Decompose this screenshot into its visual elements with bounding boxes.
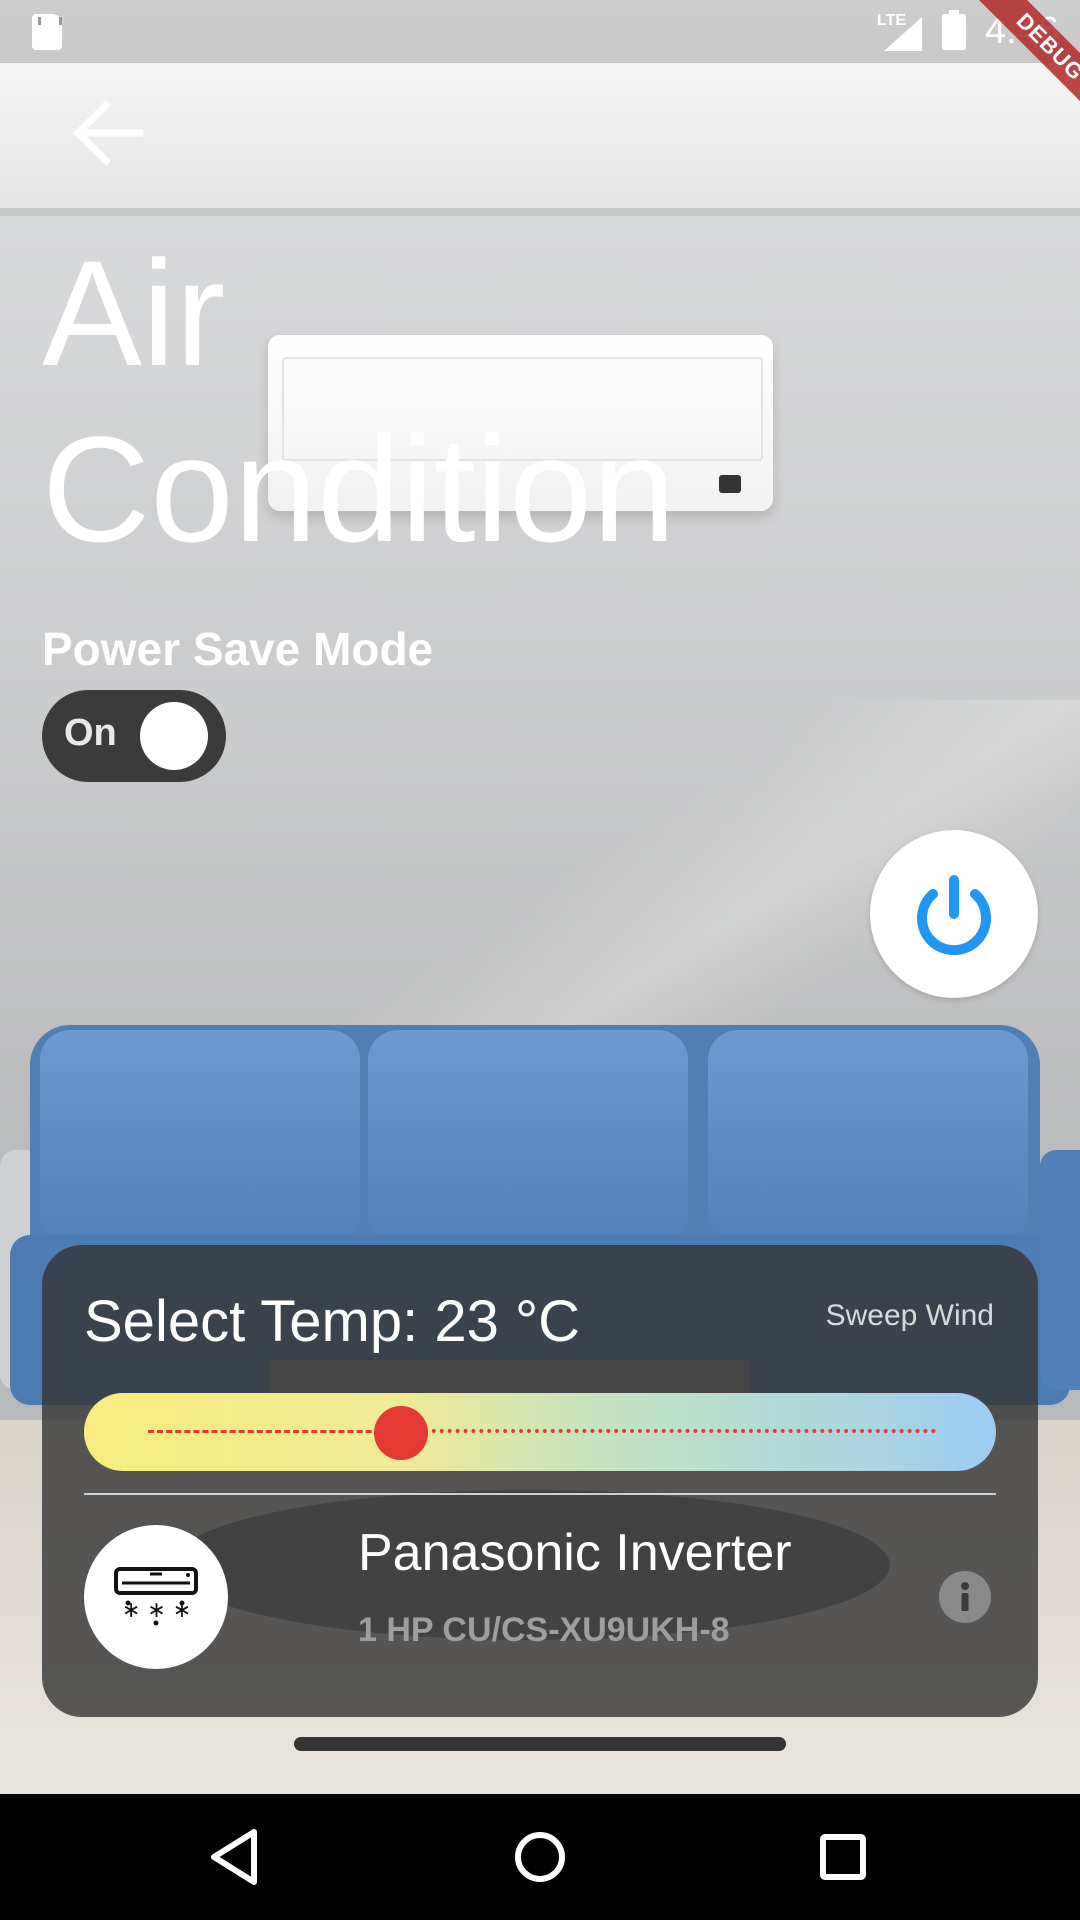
- device-name: Panasonic Inverter: [358, 1524, 792, 1582]
- device-model: 1 HP CU/CS-XU9UKH-8: [358, 1611, 730, 1649]
- sofa-cushion: [708, 1030, 1028, 1245]
- info-icon: [939, 1571, 991, 1623]
- toggle-knob: [140, 702, 208, 770]
- circle-home-icon: [515, 1832, 565, 1882]
- divider: [84, 1493, 996, 1495]
- slider-thumb[interactable]: [374, 1406, 428, 1460]
- device-avatar: ∗ ∗ ∗: [84, 1525, 228, 1669]
- sweep-wind-label[interactable]: Sweep Wind: [826, 1299, 994, 1333]
- page-title: Air Condition: [42, 229, 676, 573]
- power-save-label: Power Save Mode: [42, 623, 434, 675]
- back-button[interactable]: [70, 95, 146, 171]
- sd-card-icon: [32, 14, 62, 50]
- arrow-left-icon: [73, 100, 144, 166]
- toggle-state-label: On: [64, 712, 117, 754]
- nav-back-button[interactable]: [190, 1812, 280, 1902]
- battery-icon: [942, 10, 966, 50]
- ceiling-edge: [0, 208, 1080, 216]
- control-panel: Select Temp: 23 °C Sweep Wind ∗ ∗ ∗ Pana…: [42, 1245, 1038, 1717]
- navigation-bar: [0, 1794, 1080, 1920]
- power-icon: [917, 875, 991, 956]
- square-recents-icon: [820, 1834, 866, 1880]
- status-bar: LTE 4:46: [0, 0, 1080, 63]
- slider-active-track: [148, 1430, 408, 1433]
- power-button[interactable]: [870, 830, 1038, 998]
- side-ottoman: [1040, 1150, 1080, 1390]
- sofa-cushion: [40, 1030, 360, 1245]
- temperature-label: Select Temp: 23 °C: [84, 1289, 581, 1354]
- temperature-slider[interactable]: [84, 1393, 996, 1471]
- signal-icon: [884, 17, 922, 51]
- air-conditioner-icon: ∗ ∗ ∗: [114, 1567, 198, 1626]
- power-save-toggle[interactable]: On: [42, 690, 226, 782]
- nav-home-button[interactable]: [495, 1812, 585, 1902]
- slider-inactive-track: [408, 1429, 936, 1433]
- info-button[interactable]: [938, 1570, 992, 1624]
- triangle-back-icon: [211, 1829, 257, 1885]
- nav-recents-button[interactable]: [798, 1812, 888, 1902]
- sofa-cushion: [368, 1030, 688, 1245]
- home-indicator[interactable]: [294, 1737, 786, 1751]
